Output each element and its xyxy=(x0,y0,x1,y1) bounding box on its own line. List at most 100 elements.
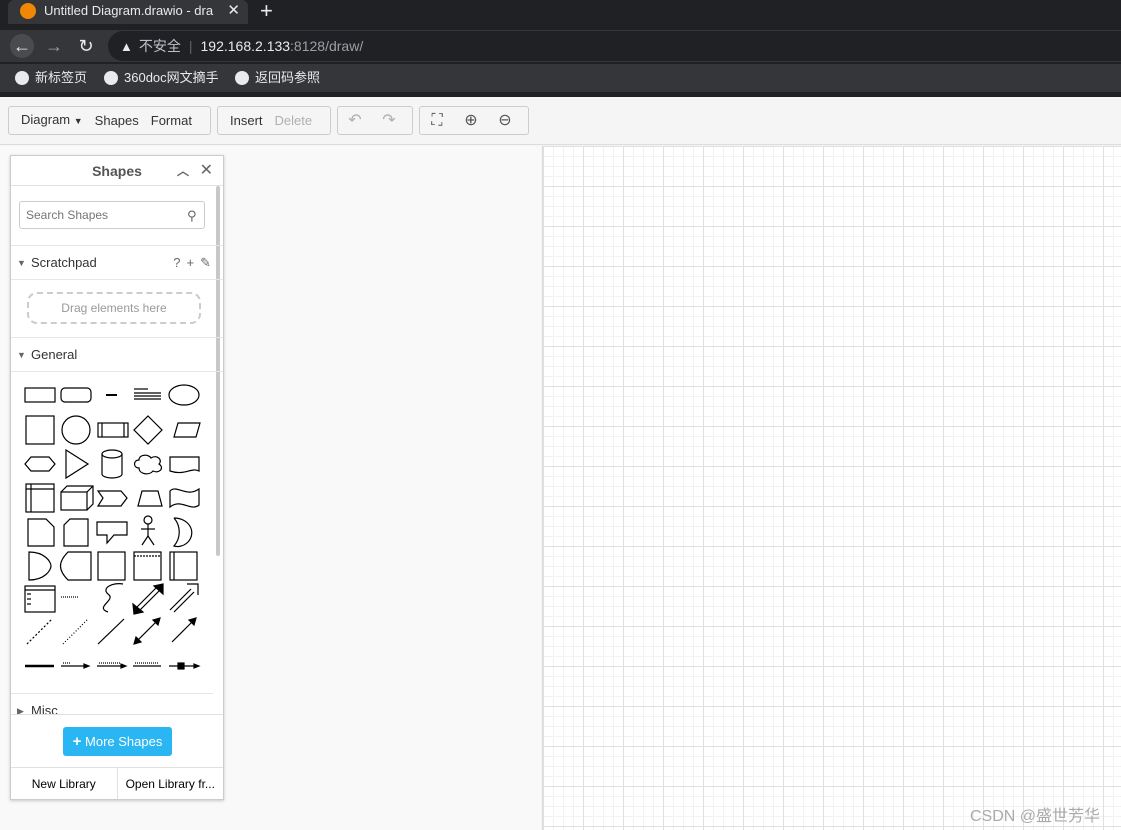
tape-shape[interactable] xyxy=(169,487,200,509)
close-icon[interactable]: ✕ xyxy=(200,156,213,186)
new-library-button[interactable]: New Library xyxy=(11,768,117,799)
diamond-shape[interactable] xyxy=(133,415,163,445)
misc-header[interactable]: ▶ Misc xyxy=(11,693,213,718)
drag-drop-zone[interactable]: Drag elements here xyxy=(27,292,201,324)
insert-button[interactable]: Insert xyxy=(218,107,269,134)
undo-icon[interactable]: ↶ xyxy=(338,107,372,134)
back-button[interactable]: ← xyxy=(10,34,34,58)
open-library-button[interactable]: Open Library fr... xyxy=(116,768,224,799)
document-shape[interactable] xyxy=(169,456,200,474)
new-tab-button[interactable]: + xyxy=(260,0,273,24)
bookmark-item[interactable]: 返回码参照 xyxy=(235,69,320,87)
search-icon[interactable]: ⚲ xyxy=(187,208,197,224)
browser-tab[interactable]: Untitled Diagram.drawio - dra ✕ xyxy=(8,0,248,24)
redo-icon[interactable]: ↷ xyxy=(372,107,406,134)
delay-shape[interactable] xyxy=(28,551,52,581)
add-icon[interactable]: + xyxy=(187,255,195,270)
zoom-in-icon[interactable]: ⊕ xyxy=(454,107,488,134)
trapezoid-shape[interactable] xyxy=(137,490,163,507)
dotted-line-shape[interactable] xyxy=(62,618,89,645)
triangle-shape[interactable] xyxy=(65,448,90,480)
arrow-shape[interactable] xyxy=(169,583,199,613)
callout-shape[interactable] xyxy=(96,521,128,545)
ellipse-shape[interactable] xyxy=(168,384,200,406)
container-shape[interactable] xyxy=(97,551,126,581)
actor-shape[interactable] xyxy=(141,515,155,546)
help-icon[interactable]: ? xyxy=(173,255,180,270)
or-shape[interactable] xyxy=(172,517,193,548)
connector-2-labels-shape[interactable] xyxy=(133,662,161,667)
delete-button[interactable]: Delete xyxy=(269,107,319,134)
zoom-out-icon[interactable]: ⊖ xyxy=(488,107,522,134)
general-header[interactable]: ▼ General xyxy=(11,338,223,372)
zoom-group: ⛶ ⊕ ⊖ xyxy=(419,106,529,135)
hexagon-shape[interactable] xyxy=(24,456,56,472)
directional-connector-shape[interactable] xyxy=(171,617,197,643)
caret-down-icon: ▼ xyxy=(17,350,26,360)
scratchpad-actions: ? + ✎ xyxy=(167,246,211,280)
collapse-icon[interactable]: ︿ xyxy=(177,156,189,186)
line-shape[interactable] xyxy=(97,618,125,645)
watermark: CSDN @盛世芳华 xyxy=(970,808,1101,825)
vertical-list-shape[interactable] xyxy=(169,551,198,581)
search-input[interactable] xyxy=(19,201,205,229)
forward-button[interactable]: → xyxy=(42,34,66,58)
address-separator: | xyxy=(188,38,193,54)
connector-multi-label-shape[interactable] xyxy=(97,662,128,669)
panel-header: Shapes ︿ ✕ xyxy=(11,156,223,186)
shape-palette xyxy=(24,384,201,670)
rounded-rectangle-shape[interactable] xyxy=(60,387,92,403)
cylinder-shape[interactable] xyxy=(101,449,123,479)
list-shape[interactable] xyxy=(133,551,162,581)
diagram-canvas[interactable] xyxy=(542,146,1121,830)
bookmark-item[interactable]: 360doc网文摘手 xyxy=(104,69,219,87)
app-toolbar: Diagram ▼ Shapes Format Insert Delete ↶ … xyxy=(0,97,1121,145)
tab-close-icon[interactable]: ✕ xyxy=(227,0,240,22)
bookmark-label: 新标签页 xyxy=(35,70,88,85)
parallelogram-shape[interactable] xyxy=(173,422,201,438)
step-shape[interactable] xyxy=(96,490,128,507)
browser-chrome: Untitled Diagram.drawio - dra ✕ + ← → ↻ … xyxy=(0,0,1121,97)
drawio-favicon-icon xyxy=(20,3,36,19)
cloud-shape[interactable] xyxy=(133,454,163,475)
diagram-menu-label: Diagram xyxy=(21,112,71,127)
format-menu[interactable]: Format xyxy=(145,107,198,134)
circle-shape[interactable] xyxy=(61,415,91,445)
url-path: :8128/draw/ xyxy=(290,38,364,54)
bookmark-item[interactable]: 新标签页 xyxy=(15,69,87,87)
tab-strip: Untitled Diagram.drawio - dra ✕ + xyxy=(0,0,1121,24)
table-shape[interactable] xyxy=(24,585,56,613)
square-shape[interactable] xyxy=(25,415,55,445)
bookmark-label: 360doc网文摘手 xyxy=(124,70,219,85)
fit-page-icon[interactable]: ⛶ xyxy=(420,107,454,134)
scratchpad-header[interactable]: ▼ Scratchpad ? + ✎ xyxy=(11,246,223,280)
shapes-panel: Shapes ︿ ✕ ⚲ ▼ Scratchpad ? + ✎ Drag eleme… xyxy=(10,155,224,800)
more-shapes-button[interactable]: + More Shapes xyxy=(63,727,172,756)
library-buttons: New Library Open Library fr... xyxy=(11,767,223,799)
bidirectional-arrow-shape[interactable] xyxy=(132,583,164,615)
textbox-shape[interactable] xyxy=(134,388,161,400)
reload-button[interactable]: ↻ xyxy=(74,34,98,58)
process-shape[interactable] xyxy=(97,422,129,438)
connector-label-shape[interactable] xyxy=(61,662,91,669)
more-shapes-area: + More Shapes xyxy=(11,714,223,767)
globe-icon xyxy=(15,71,29,85)
dashed-line-shape[interactable] xyxy=(26,618,53,645)
diagram-menu[interactable]: Diagram ▼ xyxy=(9,106,89,135)
edit-icon[interactable]: ✎ xyxy=(200,255,211,270)
navigation-bar: ← → ↻ ▲ 不安全 | 192.168.2.133:8128/draw/ xyxy=(0,30,1121,62)
shapes-menu[interactable]: Shapes xyxy=(89,107,145,134)
address-bar[interactable]: ▲ 不安全 | 192.168.2.133:8128/draw/ xyxy=(108,31,1121,61)
internal-storage-shape[interactable] xyxy=(25,483,55,513)
curve-shape[interactable] xyxy=(102,583,124,613)
chevron-down-icon: ▼ xyxy=(73,116,83,126)
card-shape[interactable] xyxy=(63,518,89,547)
menu-group: Diagram ▼ Shapes Format xyxy=(8,106,211,135)
cube-shape[interactable] xyxy=(60,485,94,511)
rectangle-shape[interactable] xyxy=(24,387,56,403)
note-shape[interactable] xyxy=(27,518,55,547)
connector-symbol-shape[interactable] xyxy=(169,662,201,670)
data-storage-shape[interactable] xyxy=(59,551,92,581)
bidirectional-connector-shape[interactable] xyxy=(133,617,161,645)
scratchpad-area: Drag elements here xyxy=(11,280,223,338)
